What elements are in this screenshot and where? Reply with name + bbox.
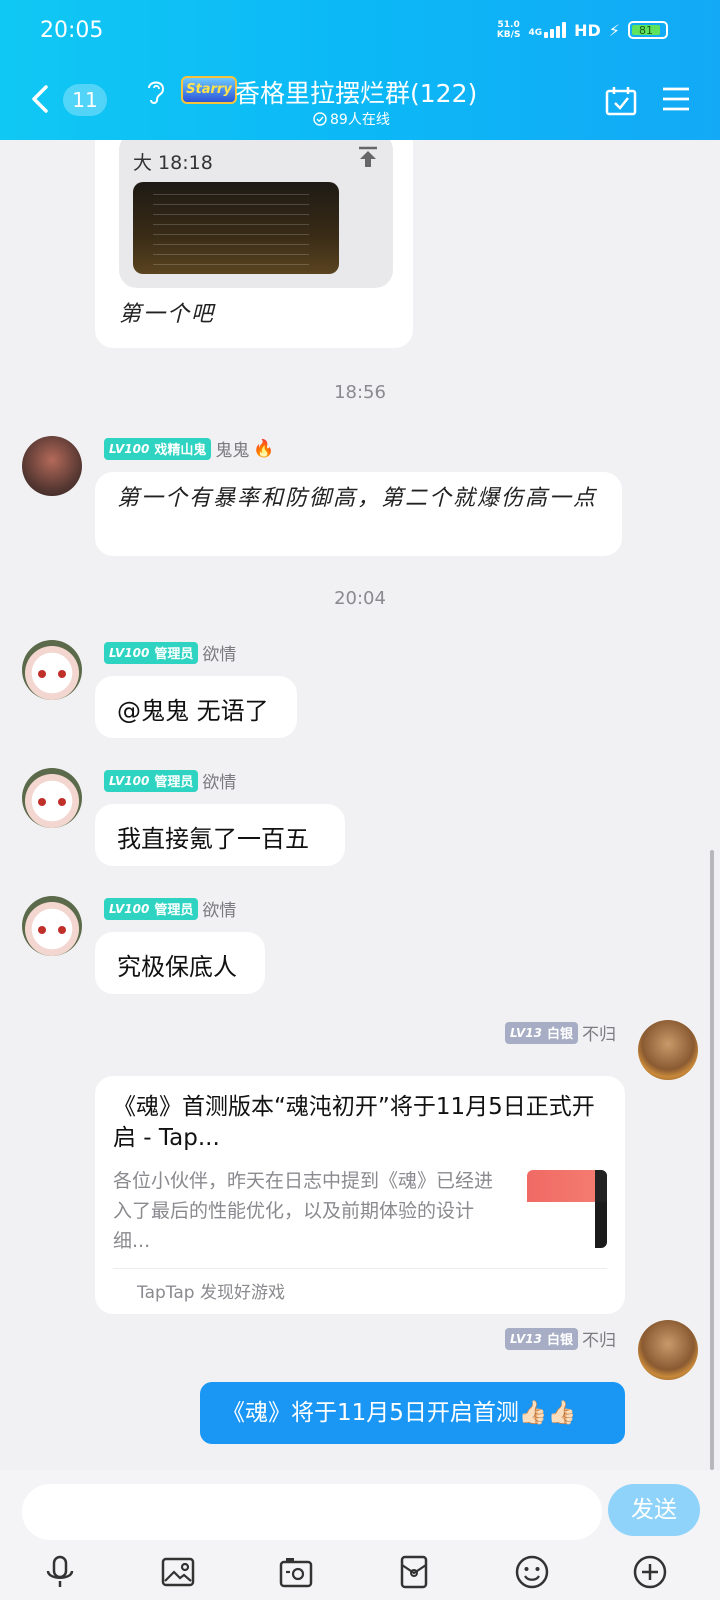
quoted-sender-time: 大 18:18 xyxy=(133,152,213,174)
chat-header: 20:05 51.0 KB/S 4G HD ⚡ 81 11 Starry 香格里… xyxy=(0,0,720,140)
message-bubble-quoted[interactable]: 大 18:18 第一个吧 xyxy=(95,140,413,348)
send-button[interactable]: 发送 xyxy=(608,1484,700,1536)
sender-line: LV13 白银 不归 xyxy=(505,1020,616,1045)
message-text: 第一个吧 xyxy=(119,302,216,327)
battery-icon: 81 xyxy=(628,21,668,39)
input-bar: 发送 xyxy=(0,1470,720,1600)
back-arrow-icon[interactable] xyxy=(30,84,50,114)
sender-nickname: 不归 xyxy=(582,1331,616,1351)
unread-count-badge[interactable]: 11 xyxy=(63,84,107,116)
link-title: 《魂》首测版本“魂沌初开”将于11月5日正式开启 - Tap... xyxy=(113,1094,595,1151)
link-share-card[interactable]: 《魂》首测版本“魂沌初开”将于11月5日正式开启 - Tap... 各位小伙伴，… xyxy=(95,1076,625,1314)
divider xyxy=(113,1268,607,1269)
level-badge: LV100 管理员 xyxy=(104,769,199,792)
message-bubble-sent[interactable]: 《魂》将于11月5日开启首测👍🏻👍🏻 xyxy=(200,1382,625,1444)
message-input[interactable] xyxy=(22,1484,602,1540)
level-badge: LV100 管理员 xyxy=(104,641,199,664)
ear-icon xyxy=(148,81,165,104)
status-icons: 51.0 KB/S 4G HD ⚡ 81 xyxy=(497,20,668,40)
quoted-image-thumbnail[interactable] xyxy=(133,182,339,274)
message-text: 第一个有暴率和防御高，第二个就爆伤高一点 xyxy=(117,486,598,511)
calendar-check-icon[interactable] xyxy=(605,86,637,116)
sender-line: LV100 管理员 欲情 xyxy=(104,640,236,665)
level-badge: LV13 白银 xyxy=(505,1021,578,1044)
chat-area[interactable]: 大 18:18 第一个吧 18:56 LV100 戏精山鬼 鬼鬼 🔥 第一个有暴率… xyxy=(0,140,720,1470)
status-time: 20:05 xyxy=(40,18,104,43)
sender-line: LV100 管理员 欲情 xyxy=(104,768,236,793)
hd-indicator: HD xyxy=(574,20,601,40)
sender-line: LV100 管理员 欲情 xyxy=(104,896,236,921)
link-thumbnail xyxy=(527,1170,607,1248)
quoted-message-card[interactable]: 大 18:18 xyxy=(119,140,393,288)
jump-to-top-icon[interactable] xyxy=(357,146,379,168)
menu-icon[interactable] xyxy=(662,86,690,112)
sender-nickname: 不归 xyxy=(582,1025,616,1045)
avatar[interactable] xyxy=(22,896,82,956)
sender-line: LV100 戏精山鬼 鬼鬼 🔥 xyxy=(104,436,275,461)
sender-nickname: 欲情 xyxy=(202,901,237,921)
emoji-icon[interactable] xyxy=(514,1554,550,1590)
fire-icon: 🔥 xyxy=(253,438,275,459)
sender-line: LV13 白银 不归 xyxy=(505,1326,616,1351)
red-packet-icon[interactable] xyxy=(396,1554,432,1590)
image-icon[interactable] xyxy=(160,1554,196,1590)
charging-icon: ⚡ xyxy=(608,20,620,40)
link-source: TapTap 发现好游戏 xyxy=(137,1283,285,1303)
signal-icon: 4G xyxy=(528,22,567,38)
sender-nickname: 欲情 xyxy=(202,645,237,665)
scrollbar[interactable] xyxy=(710,850,714,1470)
avatar[interactable] xyxy=(22,436,82,496)
avatar[interactable] xyxy=(22,768,82,828)
level-badge: LV100 戏精山鬼 xyxy=(104,437,212,460)
message-bubble[interactable]: @鬼鬼 无语了 xyxy=(95,676,297,738)
camera-icon[interactable] xyxy=(278,1554,314,1590)
avatar[interactable] xyxy=(638,1020,698,1080)
timestamp: 18:56 xyxy=(334,382,386,403)
message-bubble[interactable]: 我直接氪了一百五 xyxy=(95,804,345,866)
message-text: 究极保底人 xyxy=(117,953,237,981)
group-name: 香格里拉摆烂群(122) xyxy=(235,79,478,108)
level-badge: LV13 白银 xyxy=(505,1327,578,1350)
message-bubble[interactable]: 第一个有暴率和防御高，第二个就爆伤高一点 xyxy=(95,472,622,556)
link-description: 各位小伙伴，昨天在日志中提到《魂》已经进入了最后的性能优化，以及前期体验的设计细… xyxy=(113,1170,494,1252)
online-count: 89人在线 xyxy=(313,109,390,129)
message-bubble[interactable]: 究极保底人 xyxy=(95,932,265,994)
level-badge: LV100 管理员 xyxy=(104,897,199,920)
microphone-icon[interactable] xyxy=(42,1554,78,1590)
sender-nickname: 鬼鬼 xyxy=(215,441,250,461)
message-text: 我直接氪了一百五 xyxy=(117,825,309,853)
avatar[interactable] xyxy=(22,640,82,700)
plus-icon[interactable] xyxy=(632,1554,668,1590)
avatar[interactable] xyxy=(638,1320,698,1380)
group-logo: Starry xyxy=(181,76,237,104)
check-circle-icon xyxy=(313,112,327,126)
sender-nickname: 欲情 xyxy=(202,773,237,793)
message-text: @鬼鬼 无语了 xyxy=(117,697,269,725)
network-speed: 51.0 KB/S xyxy=(496,20,521,40)
timestamp: 20:04 xyxy=(334,588,386,609)
